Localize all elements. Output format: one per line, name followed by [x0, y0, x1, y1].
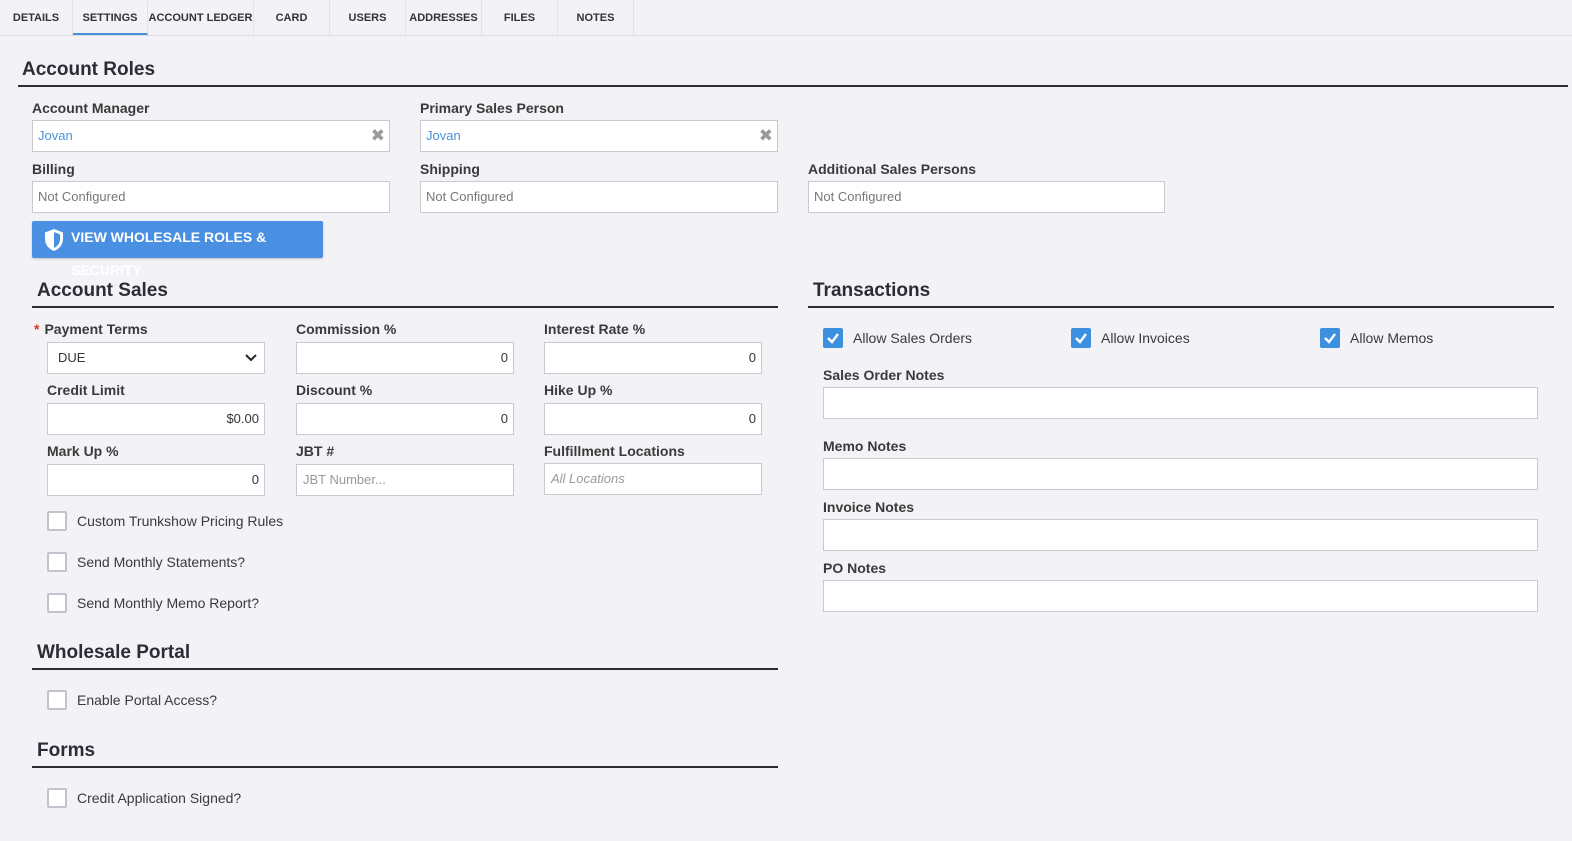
tab-files[interactable]: FILES	[482, 0, 558, 35]
allow-invoices-label: Allow Invoices	[1101, 330, 1190, 346]
view-wholesale-roles-button[interactable]: VIEW WHOLESALE ROLES & SECURITY	[32, 221, 323, 278]
allow-sales-orders-label: Allow Sales Orders	[853, 330, 973, 346]
close-icon[interactable]: ✖	[759, 126, 773, 146]
payment-terms-value: DUE	[58, 350, 86, 365]
shipping-label: Shipping	[420, 161, 480, 177]
checkmark-icon	[1324, 333, 1336, 344]
invoice-notes-input[interactable]	[823, 519, 1538, 551]
allow-memos-checkbox[interactable]	[1320, 328, 1340, 348]
enable-portal-access-checkbox[interactable]	[47, 690, 67, 710]
view-wholesale-roles-label: VIEW WHOLESALE ROLES & SECURITY	[71, 229, 267, 278]
billing-label: Billing	[32, 161, 75, 177]
fulfillment-locations-input[interactable]: All Locations	[544, 463, 762, 495]
payment-terms-select[interactable]: DUE	[47, 342, 265, 374]
sales-order-notes-label: Sales Order Notes	[823, 367, 945, 383]
custom-trunkshow-label: Custom Trunkshow Pricing Rules	[77, 513, 284, 529]
checkmark-icon	[1075, 333, 1087, 344]
additional-sales-persons-field[interactable]: Not Configured	[808, 181, 1165, 213]
discount-label: Discount %	[296, 382, 373, 398]
interest-rate-input[interactable]: 0	[544, 342, 762, 374]
account-sales-title: Account Sales	[37, 280, 168, 301]
chevron-down-icon	[245, 354, 257, 362]
tab-addresses[interactable]: ADDRESSES	[406, 0, 482, 35]
po-notes-label: PO Notes	[823, 560, 887, 576]
jbt-label: JBT #	[296, 443, 335, 459]
allow-invoices-checkbox[interactable]	[1071, 328, 1091, 348]
account-manager-field[interactable]: Jovan ✖	[32, 120, 390, 152]
billing-field[interactable]: Not Configured	[32, 181, 390, 213]
account-manager-label: Account Manager	[32, 100, 150, 116]
additional-sales-persons-value: Not Configured	[814, 189, 902, 204]
account-manager-value: Jovan	[38, 128, 73, 143]
credit-limit-value: $0.00	[226, 411, 259, 426]
mark-up-label: Mark Up %	[47, 443, 119, 459]
shipping-value: Not Configured	[426, 189, 514, 204]
account-roles-divider	[18, 85, 1568, 87]
shield-icon	[45, 229, 63, 251]
allow-sales-orders-checkbox[interactable]	[823, 328, 843, 348]
credit-limit-label: Credit Limit	[47, 382, 125, 398]
payment-terms-label-text: Payment Terms	[44, 321, 148, 337]
discount-input[interactable]: 0	[296, 403, 514, 435]
shipping-field[interactable]: Not Configured	[420, 181, 778, 213]
transactions-divider	[808, 306, 1554, 308]
po-notes-input[interactable]	[823, 580, 1538, 612]
credit-application-signed-checkbox[interactable]	[47, 788, 67, 808]
interest-rate-label: Interest Rate %	[544, 321, 646, 337]
billing-value: Not Configured	[38, 189, 126, 204]
primary-sales-person-label: Primary Sales Person	[420, 100, 564, 116]
close-icon[interactable]: ✖	[371, 126, 385, 146]
tab-details[interactable]: DETAILS	[0, 0, 73, 35]
forms-title: Forms	[37, 740, 96, 761]
hike-up-label: Hike Up %	[544, 382, 613, 398]
memo-notes-input[interactable]	[823, 458, 1538, 490]
sales-order-notes-input[interactable]	[823, 387, 1538, 419]
allow-memos-label: Allow Memos	[1350, 330, 1434, 346]
payment-terms-label: * Payment Terms	[34, 321, 148, 337]
account-sales-divider	[32, 306, 778, 308]
additional-sales-persons-label: Additional Sales Persons	[808, 161, 977, 177]
forms-divider	[32, 766, 778, 768]
tab-users[interactable]: USERS	[330, 0, 406, 35]
primary-sales-person-field[interactable]: Jovan ✖	[420, 120, 778, 152]
memo-notes-label: Memo Notes	[823, 438, 907, 454]
transactions-title: Transactions	[813, 280, 931, 301]
checkmark-icon	[827, 333, 839, 344]
mark-up-input[interactable]: 0	[47, 464, 265, 496]
required-marker: *	[34, 321, 40, 337]
tab-account-ledger[interactable]: ACCOUNT LEDGER	[148, 0, 254, 35]
fulfillment-locations-label: Fulfillment Locations	[544, 443, 685, 459]
custom-trunkshow-checkbox[interactable]	[47, 511, 67, 531]
hike-up-value: 0	[748, 411, 756, 426]
tab-card[interactable]: CARD	[254, 0, 330, 35]
wholesale-portal-title: Wholesale Portal	[37, 642, 191, 663]
tab-settings[interactable]: SETTINGS	[73, 0, 148, 35]
jbt-input[interactable]: JBT Number...	[296, 464, 514, 496]
send-monthly-statements-label: Send Monthly Statements?	[77, 554, 246, 570]
tab-notes[interactable]: NOTES	[558, 0, 634, 35]
interest-rate-value: 0	[748, 350, 756, 365]
tab-bar: DETAILS SETTINGS ACCOUNT LEDGER CARD USE…	[0, 0, 1572, 36]
credit-application-signed-label: Credit Application Signed?	[77, 790, 242, 806]
commission-input[interactable]: 0	[296, 342, 514, 374]
mark-up-value: 0	[251, 472, 259, 487]
account-roles-title: Account Roles	[22, 59, 156, 80]
commission-value: 0	[500, 350, 508, 365]
commission-label: Commission %	[296, 321, 397, 337]
fulfillment-locations-placeholder: All Locations	[551, 471, 625, 486]
primary-sales-person-value: Jovan	[426, 128, 461, 143]
discount-value: 0	[500, 411, 508, 426]
send-monthly-statements-checkbox[interactable]	[47, 552, 67, 572]
send-monthly-memo-report-label: Send Monthly Memo Report?	[77, 595, 260, 611]
credit-limit-input[interactable]: $0.00	[47, 403, 265, 435]
invoice-notes-label: Invoice Notes	[823, 499, 915, 515]
enable-portal-access-label: Enable Portal Access?	[77, 692, 218, 708]
wholesale-portal-divider	[32, 668, 778, 670]
jbt-placeholder: JBT Number...	[303, 472, 386, 487]
send-monthly-memo-report-checkbox[interactable]	[47, 593, 67, 613]
hike-up-input[interactable]: 0	[544, 403, 762, 435]
